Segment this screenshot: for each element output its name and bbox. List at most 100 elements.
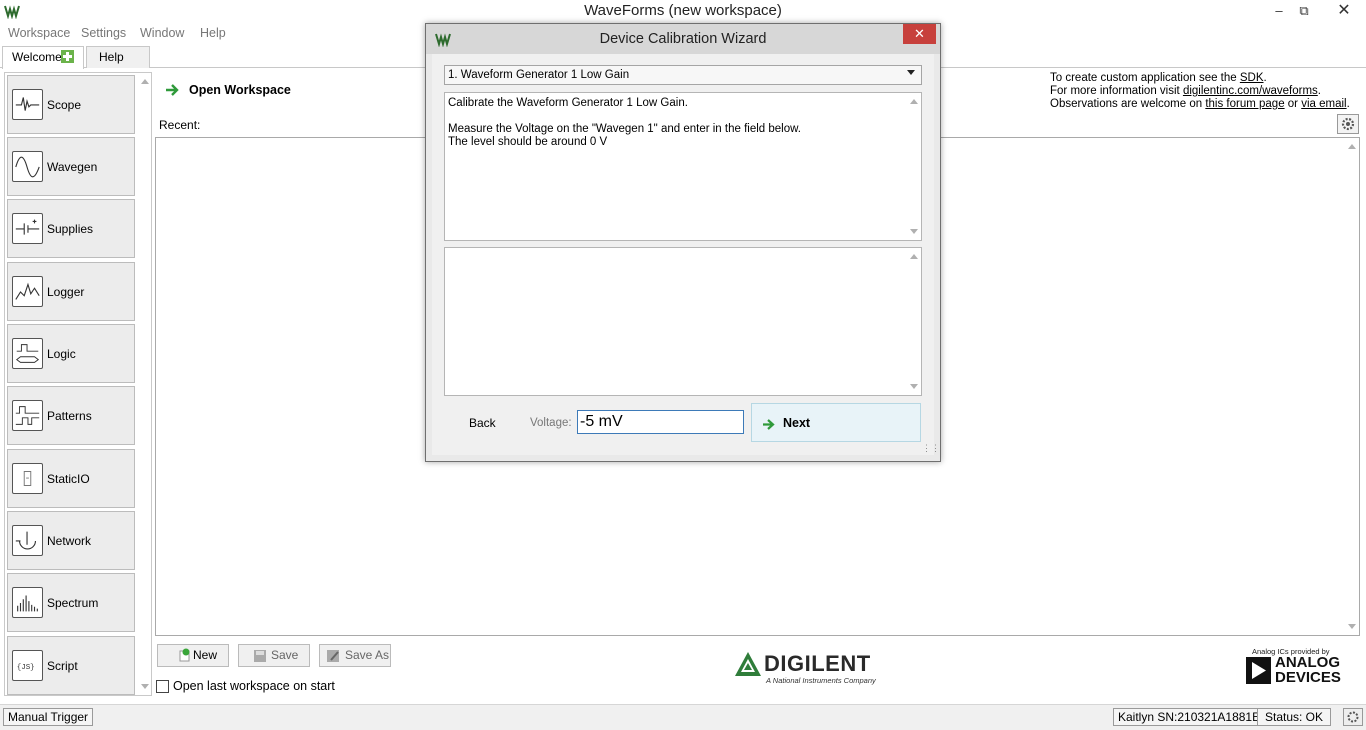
save-button[interactable]: Save <box>238 644 310 667</box>
resize-grip[interactable]: ⋮⋮ <box>922 443 940 454</box>
instruction-line: The level should be around 0 V <box>448 136 608 148</box>
save-as-button-label: Save As <box>345 648 390 662</box>
sidebar-item-label: Logger <box>47 285 85 299</box>
sidebar-scrollbar[interactable] <box>139 73 152 695</box>
tab-welcome[interactable]: Welcome <box>2 46 84 69</box>
open-last-workspace-checkbox[interactable] <box>156 680 169 693</box>
sidebar-item-patterns[interactable]: Patterns <box>7 386 135 445</box>
supplies-icon <box>12 213 43 244</box>
sidebar-item-label: Logic <box>47 347 76 361</box>
new-button-label: New <box>193 648 218 662</box>
window-title: WaveForms (new workspace) <box>584 2 782 19</box>
device-status[interactable]: Kaitlyn SN:210321A1881E <box>1113 708 1266 726</box>
scroll-up-icon[interactable] <box>910 254 918 259</box>
sidebar-item-wavegen[interactable]: Wavegen <box>7 137 135 196</box>
sidebar-item-label: Scope <box>47 98 82 112</box>
next-button[interactable]: Next <box>751 403 921 442</box>
sidebar-item-staticio[interactable]: StaticIO <box>7 449 135 508</box>
calibration-output <box>444 247 922 396</box>
sdk-link[interactable]: SDK <box>1240 72 1264 84</box>
patterns-icon <box>12 400 43 431</box>
sidebar-item-spectrum[interactable]: Spectrum <box>7 573 135 632</box>
sidebar-item-label: Patterns <box>47 409 92 423</box>
website-link[interactable]: digilentinc.com/waveforms <box>1183 85 1318 97</box>
scroll-down-icon[interactable] <box>910 229 918 234</box>
scroll-down-icon[interactable] <box>141 684 149 689</box>
menu-help[interactable]: Help <box>200 26 226 40</box>
forum-link[interactable]: this forum page <box>1205 98 1284 110</box>
sidebar-item-script[interactable]: {JS} Script <box>7 636 135 695</box>
sidebar-item-label: StaticIO <box>47 472 90 486</box>
adi-logo-text: DEVICES <box>1275 669 1341 686</box>
sidebar-item-network[interactable]: Network <box>7 511 135 570</box>
scroll-up-icon[interactable] <box>141 79 149 84</box>
arrow-right-icon <box>763 419 775 430</box>
info-text: . <box>1346 98 1350 110</box>
recent-label: Recent: <box>159 118 201 132</box>
sidebar-item-label: Network <box>47 534 92 548</box>
dialog-close-button[interactable]: ✕ <box>903 24 936 44</box>
scroll-up-icon[interactable] <box>1348 144 1356 149</box>
save-as-icon <box>327 650 339 662</box>
svg-text:{JS}: {JS} <box>17 664 35 672</box>
info-text: To create custom application see the <box>1050 72 1240 84</box>
info-text: . <box>1263 72 1267 84</box>
open-last-workspace-label: Open last workspace on start <box>173 679 335 693</box>
sidebar-item-logic[interactable]: Logic <box>7 324 135 383</box>
logic-icon <box>12 338 43 369</box>
script-icon: {JS} <box>12 650 43 681</box>
close-button[interactable]: ✕ <box>1326 1 1362 21</box>
spectrum-icon <box>12 587 43 618</box>
tab-help[interactable]: Help <box>86 46 150 68</box>
scroll-down-icon[interactable] <box>1348 624 1356 629</box>
menu-workspace[interactable]: Workspace <box>8 26 70 40</box>
instructions-text: Calibrate the Waveform Generator 1 Low G… <box>444 92 922 241</box>
sidebar-item-logger[interactable]: Logger <box>7 262 135 321</box>
wavegen-icon <box>12 151 43 182</box>
network-icon <box>12 525 43 556</box>
voltage-input[interactable]: -5 mV <box>577 410 744 434</box>
website-info: For more information visit digilentinc.c… <box>1050 85 1321 97</box>
tab-welcome-label: Welcome <box>12 50 62 64</box>
calibration-wizard-dialog: Device Calibration Wizard ✕ <box>425 23 941 462</box>
sidebar-item-supplies[interactable]: Supplies <box>7 199 135 258</box>
instruction-line: Calibrate the Waveform Generator 1 Low G… <box>448 97 688 109</box>
menu-settings[interactable]: Settings <box>81 26 126 40</box>
analog-devices-logo-icon <box>1246 657 1271 684</box>
chevron-down-icon[interactable] <box>907 70 915 75</box>
info-text: . <box>1317 85 1321 97</box>
feedback-info: Observations are welcome on this forum p… <box>1050 98 1350 110</box>
scroll-up-icon[interactable] <box>910 99 918 104</box>
save-button-label: Save <box>271 648 299 662</box>
back-button[interactable]: Back <box>469 416 496 430</box>
open-workspace-link[interactable]: Open Workspace <box>189 83 291 97</box>
gear-icon <box>1341 117 1355 131</box>
instrument-sidebar: Scope Wavegen Supplies Logger Logic Patt… <box>4 72 152 696</box>
sidebar-item-scope[interactable]: Scope <box>7 75 135 134</box>
manual-trigger-button[interactable]: Manual Trigger <box>3 708 94 726</box>
dialog-title: Device Calibration Wizard <box>599 31 767 47</box>
digilent-tagline: A National Instruments Company <box>766 676 876 685</box>
email-link[interactable]: via email <box>1301 98 1346 110</box>
sidebar-item-label: Supplies <box>47 222 94 236</box>
add-tab-icon[interactable] <box>61 50 74 63</box>
next-button-label: Next <box>783 416 811 430</box>
scope-icon <box>12 89 43 120</box>
new-button[interactable]: New <box>157 644 229 667</box>
menu-window[interactable]: Window <box>140 26 184 40</box>
instruction-line: Measure the Voltage on the "Wavegen 1" a… <box>448 123 801 135</box>
status-settings-button[interactable] <box>1343 708 1363 726</box>
new-file-icon <box>179 648 190 662</box>
minimize-button[interactable]: – <box>1266 1 1292 21</box>
gear-icon <box>1347 711 1359 723</box>
scroll-down-icon[interactable] <box>910 384 918 389</box>
arrow-right-icon[interactable] <box>164 82 180 98</box>
sidebar-item-label: Wavegen <box>47 160 98 174</box>
sidebar-item-label: Script <box>47 659 78 673</box>
info-text: or <box>1284 98 1302 110</box>
restore-button[interactable]: ⧉ <box>1291 1 1317 21</box>
info-text: Observations are welcome on <box>1050 98 1206 110</box>
settings-button[interactable] <box>1337 114 1359 134</box>
calibration-step-select[interactable]: 1. Waveform Generator 1 Low Gain <box>444 65 922 85</box>
save-as-button[interactable]: Save As <box>319 644 391 667</box>
